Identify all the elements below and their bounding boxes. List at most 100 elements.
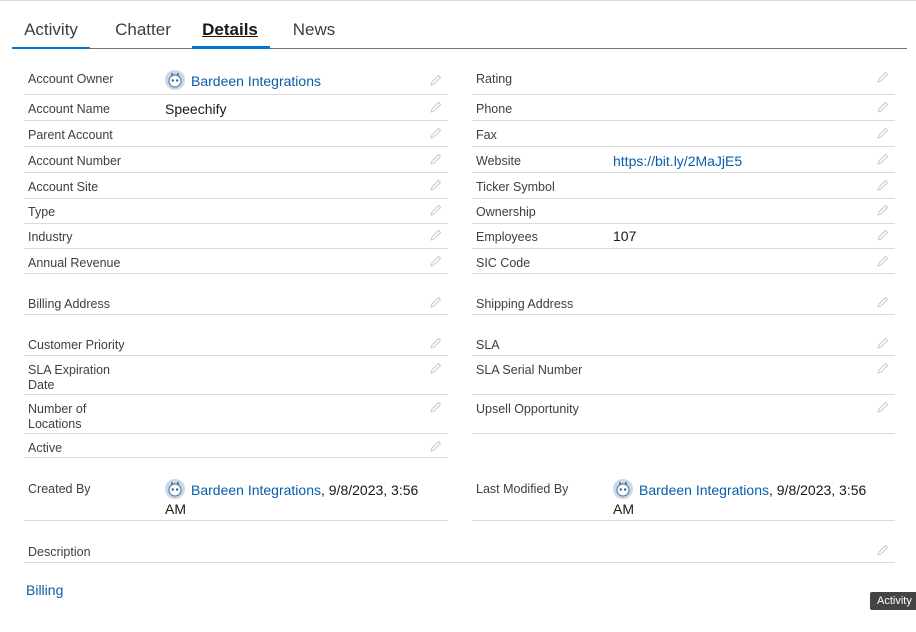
pencil-icon[interactable] [430, 229, 442, 241]
tab-chatter[interactable]: Chatter [114, 20, 172, 48]
field-parent-account: Parent Account [24, 121, 448, 147]
account-owner-link[interactable]: Bardeen Integrations [191, 73, 321, 89]
pencil-icon[interactable] [877, 101, 889, 113]
activity-tooltip: Activity [870, 592, 916, 610]
field-label: Industry [28, 230, 73, 244]
field-ticker-symbol: Ticker Symbol [472, 173, 895, 199]
field-account-owner: Account Owner Bardeen Integrations [24, 60, 448, 95]
pencil-icon[interactable] [877, 71, 889, 83]
field-rating: Rating [472, 60, 895, 95]
field-label: Annual Revenue [28, 256, 121, 270]
pencil-icon[interactable] [877, 362, 889, 374]
field-label: Description [28, 545, 91, 559]
field-active: Active [24, 434, 448, 458]
pencil-icon[interactable] [877, 296, 889, 308]
last-modified-date-line2: AM [613, 501, 634, 517]
field-label-line2: Date [28, 378, 55, 392]
pencil-icon[interactable] [430, 204, 442, 216]
last-modified-by-user-link[interactable]: Bardeen Integrations [639, 482, 769, 498]
field-label: SLA [476, 338, 500, 352]
tab-news[interactable]: News [292, 20, 336, 48]
field-number-of-locations: Number of Locations [24, 395, 448, 434]
pencil-icon[interactable] [877, 229, 889, 241]
field-label: Website [476, 154, 521, 168]
field-label: Rating [476, 72, 513, 86]
tab-bar: Activity Chatter Details News [12, 0, 907, 49]
field-billing-address: Billing Address [24, 274, 448, 315]
pencil-icon[interactable] [430, 101, 442, 113]
pencil-icon[interactable] [430, 337, 442, 349]
field-fax: Fax [472, 121, 895, 147]
field-label: Phone [476, 102, 513, 116]
tab-details[interactable]: Details [202, 20, 258, 48]
pencil-icon[interactable] [877, 179, 889, 191]
field-label: Employees [476, 230, 538, 244]
pencil-icon[interactable] [430, 401, 442, 413]
pencil-icon[interactable] [877, 544, 889, 556]
pencil-icon[interactable] [430, 296, 442, 308]
field-label: SLA Expiration Date [28, 363, 110, 393]
field-industry: Industry [24, 224, 448, 249]
pencil-icon[interactable] [430, 179, 442, 191]
field-employees: Employees 107 [472, 224, 895, 249]
field-label: Parent Account [28, 128, 113, 142]
pencil-icon[interactable] [430, 440, 442, 452]
pencil-icon[interactable] [877, 401, 889, 413]
field-label: Fax [476, 128, 497, 142]
field-account-site: Account Site [24, 173, 448, 199]
field-label: Last Modified By [476, 482, 569, 496]
field-sla: SLA [472, 315, 895, 356]
tab-activity[interactable]: Activity [24, 20, 78, 48]
pencil-icon[interactable] [877, 337, 889, 349]
pencil-icon[interactable] [877, 127, 889, 139]
pencil-icon[interactable] [877, 153, 889, 165]
field-customer-priority: Customer Priority [24, 315, 448, 356]
field-label: Number of Locations [28, 402, 86, 432]
field-website: Website https://bit.ly/2MaJjE5 [472, 147, 895, 173]
field-value: Speechify [165, 101, 227, 117]
field-label: Ticker Symbol [476, 180, 555, 194]
field-annual-revenue: Annual Revenue [24, 249, 448, 274]
field-label: Customer Priority [28, 338, 125, 352]
field-label: SLA Serial Number [476, 363, 583, 377]
created-by-date: , 9/8/2023, 3:56 [320, 482, 419, 498]
created-by-date-line2: AM [165, 501, 186, 517]
field-sic-code: SIC Code [472, 249, 895, 274]
website-link[interactable]: https://bit.ly/2MaJjE5 [613, 152, 742, 171]
pencil-icon[interactable] [430, 362, 442, 374]
pencil-icon[interactable] [430, 153, 442, 165]
field-created-by: Created By Bardeen Integrations, 9/8/202… [24, 458, 448, 521]
field-label: Billing Address [28, 297, 110, 311]
field-label: Upsell Opportunity [476, 402, 579, 416]
field-label: Type [28, 205, 56, 219]
field-upsell-opportunity: Upsell Opportunity [472, 395, 895, 434]
billing-section-link[interactable]: Billing [26, 582, 63, 598]
created-by-user-link[interactable]: Bardeen Integrations [191, 482, 321, 498]
field-label: Account Site [28, 180, 99, 194]
field-type: Type [24, 199, 448, 224]
field-shipping-address: Shipping Address [472, 274, 895, 315]
field-label: SIC Code [476, 256, 531, 270]
last-modified-date: , 9/8/2023, 3:56 [768, 482, 867, 498]
field-label: Account Number [28, 154, 122, 168]
field-sla-expiration-date: SLA Expiration Date [24, 356, 448, 395]
field-account-number: Account Number [24, 147, 448, 173]
field-label: Shipping Address [476, 297, 574, 311]
tab-underline-details [192, 46, 270, 49]
bot-avatar-icon [165, 479, 185, 499]
field-value: Bardeen Integrations, 9/8/2023, 3:56 AM [613, 479, 893, 519]
change-owner-icon[interactable] [430, 74, 442, 86]
field-label: Account Owner [28, 72, 114, 86]
field-account-name: Account Name Speechify [24, 95, 448, 121]
field-sla-serial-number: SLA Serial Number [472, 356, 895, 395]
field-value: 107 [613, 228, 637, 244]
pencil-icon[interactable] [430, 255, 442, 267]
field-label-line1: Number of [28, 402, 87, 416]
field-label: Created By [28, 482, 91, 496]
pencil-icon[interactable] [877, 204, 889, 216]
pencil-icon[interactable] [877, 255, 889, 267]
field-label-line2: Locations [28, 417, 82, 431]
field-value: Bardeen Integrations [165, 70, 321, 91]
field-value: Bardeen Integrations, 9/8/2023, 3:56 AM [165, 479, 445, 519]
pencil-icon[interactable] [430, 127, 442, 139]
